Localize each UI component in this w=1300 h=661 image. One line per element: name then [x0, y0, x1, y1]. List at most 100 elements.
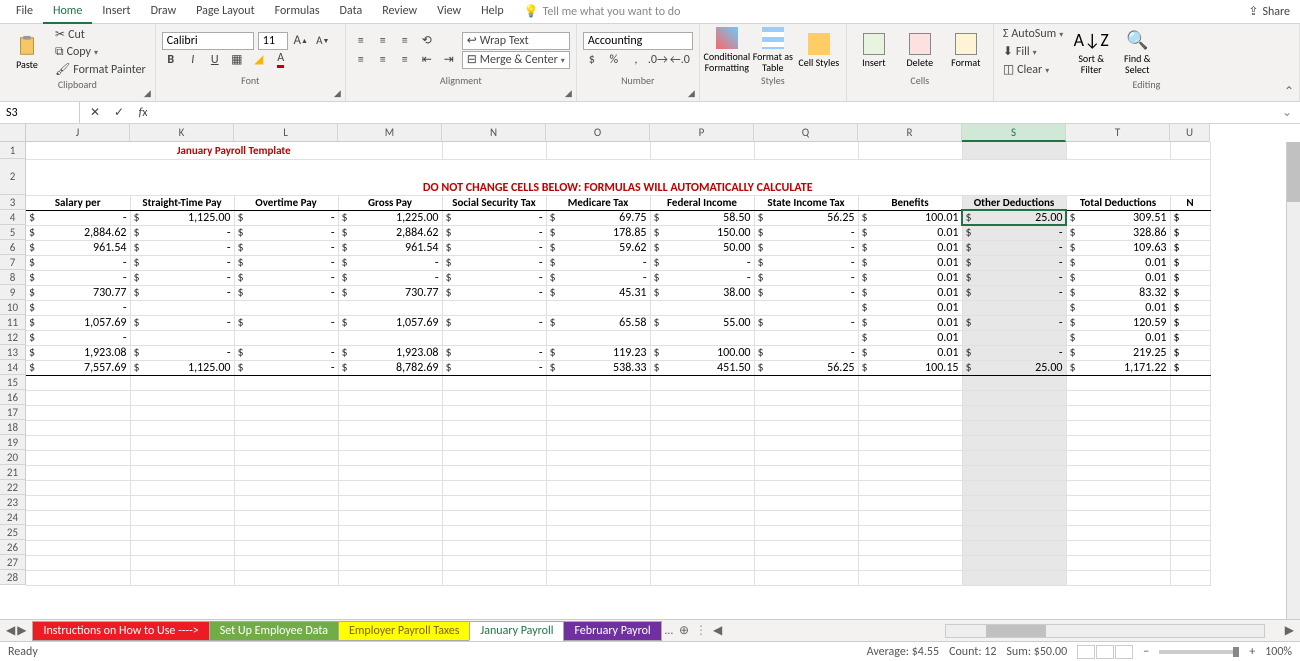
sheet-tab[interactable]: Set Up Employee Data: [209, 621, 339, 641]
column-header-J[interactable]: J: [26, 124, 130, 142]
normal-view-button[interactable]: [1077, 645, 1095, 659]
row-header-24[interactable]: 24: [0, 510, 26, 525]
increase-indent-button[interactable]: ⇥: [440, 51, 458, 69]
font-color-button[interactable]: A: [272, 51, 290, 69]
column-header-O[interactable]: O: [546, 124, 650, 142]
row-header-22[interactable]: 22: [0, 480, 26, 495]
row-header-23[interactable]: 23: [0, 495, 26, 510]
fill-color-button[interactable]: ◢: [250, 51, 268, 69]
zoom-out-button[interactable]: −: [1143, 645, 1149, 659]
align-top-button[interactable]: ≡: [352, 32, 370, 50]
column-header-S[interactable]: S: [962, 124, 1066, 142]
paste-button[interactable]: Paste: [6, 35, 48, 70]
tab-help[interactable]: Help: [471, 0, 514, 24]
decrease-decimal-button[interactable]: ←.0: [671, 51, 689, 69]
number-dialog-launcher[interactable]: ◢: [688, 88, 695, 99]
copy-button[interactable]: ⧉Copy: [52, 44, 149, 60]
align-right-button[interactable]: ≡: [396, 51, 414, 69]
row-header-12[interactable]: 12: [0, 330, 26, 345]
column-header-P[interactable]: P: [650, 124, 754, 142]
row-header-3[interactable]: 3: [0, 195, 26, 210]
column-header-K[interactable]: K: [130, 124, 234, 142]
sheet-tab[interactable]: January Payroll: [469, 621, 564, 641]
format-painter-button[interactable]: 🖌Format Painter: [52, 61, 149, 78]
page-break-view-button[interactable]: [1115, 645, 1133, 659]
alignment-dialog-launcher[interactable]: ◢: [565, 88, 572, 99]
row-header-28[interactable]: 28: [0, 570, 26, 585]
sheet-nav-next[interactable]: ▶: [17, 623, 26, 638]
hscroll-thumb[interactable]: [986, 625, 1046, 637]
column-header-U[interactable]: U: [1170, 124, 1210, 142]
align-left-button[interactable]: ≡: [352, 51, 370, 69]
italic-button[interactable]: I: [184, 51, 202, 69]
sort-filter-button[interactable]: A↓ZSort & Filter: [1070, 29, 1112, 75]
collapse-ribbon-button[interactable]: ⌃: [1284, 84, 1294, 99]
find-select-button[interactable]: 🔍Find & Select: [1116, 29, 1158, 75]
row-header-4[interactable]: 4: [0, 210, 26, 225]
column-header-N[interactable]: N: [442, 124, 546, 142]
cancel-formula-button[interactable]: ✕: [86, 104, 104, 122]
fill-button[interactable]: ⬇Fill: [1000, 43, 1066, 60]
row-header-21[interactable]: 21: [0, 465, 26, 480]
fx-button[interactable]: fx: [134, 104, 152, 122]
spreadsheet-grid[interactable]: JKLMNOPQRSTU 123456789101112131415161718…: [0, 124, 1300, 619]
underline-button[interactable]: U: [206, 51, 224, 69]
row-header-11[interactable]: 11: [0, 315, 26, 330]
zoom-in-button[interactable]: +: [1249, 645, 1255, 659]
sheet-nav-prev[interactable]: ◀: [6, 623, 15, 638]
tab-page-layout[interactable]: Page Layout: [186, 0, 264, 24]
clipboard-dialog-launcher[interactable]: ◢: [144, 88, 151, 99]
currency-button[interactable]: $: [583, 51, 601, 69]
conditional-formatting-button[interactable]: Conditional Formatting: [706, 27, 748, 73]
share-button[interactable]: ⇪ Share: [1248, 4, 1290, 19]
row-header-27[interactable]: 27: [0, 555, 26, 570]
autosum-button[interactable]: ΣAutoSum: [1000, 26, 1066, 42]
tab-home[interactable]: Home: [43, 0, 92, 24]
column-header-Q[interactable]: Q: [754, 124, 858, 142]
percent-button[interactable]: %: [605, 51, 623, 69]
wrap-text-button[interactable]: ↩Wrap Text: [462, 32, 570, 50]
align-middle-button[interactable]: ≡: [374, 32, 392, 50]
number-format-select[interactable]: Accounting: [583, 32, 693, 50]
column-header-T[interactable]: T: [1066, 124, 1170, 142]
row-header-18[interactable]: 18: [0, 420, 26, 435]
decrease-font-button[interactable]: A▼: [314, 32, 332, 50]
row-header-14[interactable]: 14: [0, 360, 26, 375]
row-header-7[interactable]: 7: [0, 255, 26, 270]
orientation-button[interactable]: ⟲: [418, 32, 436, 50]
row-header-8[interactable]: 8: [0, 270, 26, 285]
font-name-select[interactable]: Calibri: [162, 32, 254, 50]
horizontal-scrollbar[interactable]: [945, 624, 1265, 638]
page-layout-view-button[interactable]: [1096, 645, 1114, 659]
enter-formula-button[interactable]: ✓: [110, 104, 128, 122]
format-cells-button[interactable]: Format: [945, 33, 987, 68]
row-header-9[interactable]: 9: [0, 285, 26, 300]
row-header-16[interactable]: 16: [0, 390, 26, 405]
select-all-corner[interactable]: [0, 124, 26, 142]
column-header-L[interactable]: L: [234, 124, 338, 142]
cell-styles-button[interactable]: Cell Styles: [798, 33, 840, 68]
delete-cells-button[interactable]: Delete: [899, 33, 941, 68]
formula-input[interactable]: [158, 102, 1282, 123]
decrease-indent-button[interactable]: ⇤: [418, 51, 436, 69]
tab-file[interactable]: File: [6, 0, 43, 24]
tab-view[interactable]: View: [427, 0, 471, 24]
row-header-25[interactable]: 25: [0, 525, 26, 540]
row-header-2[interactable]: 2: [0, 159, 26, 195]
hscroll-right[interactable]: ▶: [1285, 623, 1294, 638]
zoom-level[interactable]: 100%: [1265, 645, 1292, 659]
expand-formula-bar-button[interactable]: ⌄: [1282, 105, 1292, 120]
clear-button[interactable]: ◫Clear: [1000, 61, 1066, 78]
bold-button[interactable]: B: [162, 51, 180, 69]
format-as-table-button[interactable]: Format as Table: [752, 27, 794, 73]
row-header-1[interactable]: 1: [0, 142, 26, 159]
tab-data[interactable]: Data: [330, 0, 373, 24]
font-dialog-launcher[interactable]: ◢: [334, 88, 341, 99]
row-header-15[interactable]: 15: [0, 375, 26, 390]
tell-me[interactable]: 💡 Tell me what you want to do: [524, 4, 681, 19]
vscroll-thumb[interactable]: [1287, 142, 1300, 202]
row-header-10[interactable]: 10: [0, 300, 26, 315]
tab-draw[interactable]: Draw: [141, 0, 187, 24]
font-size-select[interactable]: 11: [258, 32, 288, 50]
row-header-13[interactable]: 13: [0, 345, 26, 360]
